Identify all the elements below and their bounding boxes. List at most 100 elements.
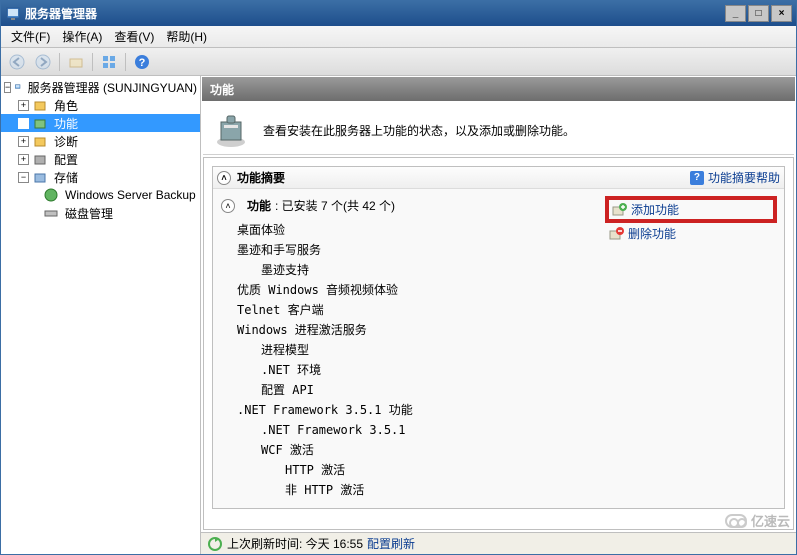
add-icon (611, 202, 627, 218)
expand-toggle (18, 118, 29, 129)
watermark-text: 亿速云 (751, 511, 790, 530)
back-button[interactable] (5, 51, 29, 73)
status-bar: 上次刷新时间: 今天 16:55 配置刷新 (201, 532, 796, 554)
menu-help[interactable]: 帮助(H) (160, 26, 213, 47)
features-icon (32, 115, 48, 131)
backup-icon (43, 187, 59, 203)
refresh-icon (207, 536, 223, 552)
scroll-area[interactable]: ˄ 功能摘要 ? 功能摘要帮助 ˄ 功能 : (203, 157, 794, 530)
menubar: 文件(F) 操作(A) 查看(V) 帮助(H) (1, 26, 796, 48)
content-title: 功能 (210, 81, 234, 98)
toolbar: ? (1, 48, 796, 76)
window-title: 服务器管理器 (25, 5, 723, 22)
features-count-row: ˄ 功能 : 已安装 7 个(共 42 个) (221, 197, 606, 214)
feature-item: .NET 环境 (261, 360, 606, 380)
section-header[interactable]: ˄ 功能摘要 ? 功能摘要帮助 (213, 167, 784, 189)
disk-icon (43, 205, 59, 221)
server-root-icon (14, 79, 21, 95)
expand-toggle[interactable]: + (18, 100, 29, 111)
feature-item: 墨迹和手写服务 (237, 240, 606, 260)
remove-features-label: 删除功能 (628, 225, 676, 242)
configure-refresh-link[interactable]: 配置刷新 (367, 535, 415, 552)
tree-roles[interactable]: + 角色 (1, 96, 200, 114)
summary-help-link[interactable]: ? 功能摘要帮助 (690, 169, 780, 186)
feature-item: 非 HTTP 激活 (285, 480, 606, 500)
nav-tree[interactable]: − 服务器管理器 (SUNJINGYUAN) + 角色 功能 + 诊断 + (1, 76, 201, 554)
features-summary-section: ˄ 功能摘要 ? 功能摘要帮助 ˄ 功能 : (212, 166, 785, 509)
remove-icon (608, 226, 624, 242)
features-large-icon (211, 110, 251, 150)
watermark: 亿速云 (725, 511, 790, 530)
tree-config[interactable]: + 配置 (1, 150, 200, 168)
tree-features[interactable]: 功能 (1, 114, 200, 132)
feature-item: 优质 Windows 音频视频体验 (237, 280, 606, 300)
content-description: 查看安装在此服务器上功能的状态，以及添加或删除功能。 (263, 122, 575, 139)
back-icon (9, 54, 25, 70)
toolbar-grid-button[interactable] (97, 51, 121, 73)
features-count: : 已安装 7 个(共 42 个) (275, 197, 395, 214)
feature-item: 进程模型 (261, 340, 606, 360)
content-header: 功能 (202, 77, 795, 101)
server-manager-icon (5, 6, 21, 22)
storage-icon (32, 169, 48, 185)
grid-icon (101, 54, 117, 70)
collapse-icon[interactable]: ˄ (221, 199, 235, 213)
tree-root[interactable]: − 服务器管理器 (SUNJINGYUAN) (1, 78, 200, 96)
toolbar-help-button[interactable]: ? (130, 51, 154, 73)
help-badge-icon: ? (690, 171, 704, 185)
forward-button[interactable] (31, 51, 55, 73)
feature-item: WCF 激活 (261, 440, 606, 460)
tree-label: 配置 (51, 150, 81, 169)
status-text: 上次刷新时间: 今天 16:55 (227, 535, 363, 552)
maximize-button[interactable]: □ (748, 5, 769, 22)
svg-text:?: ? (139, 57, 146, 69)
feature-item: Telnet 客户端 (237, 300, 606, 320)
menu-action[interactable]: 操作(A) (56, 26, 108, 47)
diagnostics-icon (32, 133, 48, 149)
tree-diskmgmt[interactable]: 磁盘管理 (1, 204, 200, 222)
tree-label: 角色 (51, 96, 81, 115)
feature-item: 墨迹支持 (261, 260, 606, 280)
content-top: 查看安装在此服务器上功能的状态，以及添加或删除功能。 (203, 102, 794, 155)
feature-list: 桌面体验墨迹和手写服务墨迹支持优质 Windows 音频视频体验Telnet 客… (237, 220, 606, 500)
tree-wsb[interactable]: Windows Server Backup (1, 186, 200, 204)
expand-toggle[interactable]: + (18, 136, 29, 147)
feature-item: .NET Framework 3.5.1 (261, 420, 606, 440)
help-icon: ? (134, 54, 150, 70)
section-title: 功能摘要 (237, 169, 285, 186)
features-label: 功能 (247, 197, 271, 214)
menu-file[interactable]: 文件(F) (5, 26, 56, 47)
titlebar: 服务器管理器 _ □ × (1, 1, 796, 26)
tree-label: Windows Server Backup (62, 187, 199, 203)
roles-icon (32, 97, 48, 113)
expand-toggle[interactable]: − (18, 172, 29, 183)
feature-item: .NET Framework 3.5.1 功能 (237, 400, 606, 420)
config-icon (32, 151, 48, 167)
tree-label: 诊断 (51, 132, 81, 151)
collapse-icon[interactable]: ˄ (217, 171, 231, 185)
feature-item: Windows 进程激活服务 (237, 320, 606, 340)
tree-label: 磁盘管理 (62, 204, 116, 223)
add-features-link[interactable]: 添加功能 (606, 197, 776, 222)
expand-toggle[interactable]: − (4, 82, 11, 93)
forward-icon (35, 54, 51, 70)
folder-icon (68, 54, 84, 70)
expand-toggle[interactable]: + (18, 154, 29, 165)
minimize-button[interactable]: _ (725, 5, 746, 22)
add-features-label: 添加功能 (631, 201, 679, 218)
tree-diagnostics[interactable]: + 诊断 (1, 132, 200, 150)
tree-storage[interactable]: − 存储 (1, 168, 200, 186)
main-pane: 功能 查看安装在此服务器上功能的状态，以及添加或删除功能。 ˄ 功能摘要 (201, 76, 796, 554)
feature-item: 配置 API (261, 380, 606, 400)
close-button[interactable]: × (771, 5, 792, 22)
summary-help-label: 功能摘要帮助 (708, 169, 780, 186)
tree-label: 功能 (51, 114, 81, 133)
up-button[interactable] (64, 51, 88, 73)
menu-view[interactable]: 查看(V) (108, 26, 160, 47)
remove-features-link[interactable]: 删除功能 (606, 223, 776, 244)
feature-item: HTTP 激活 (285, 460, 606, 480)
tree-label: 存储 (51, 168, 81, 187)
watermark-icon (725, 514, 747, 528)
tree-root-label: 服务器管理器 (SUNJINGYUAN) (25, 78, 200, 97)
feature-item: 桌面体验 (237, 220, 606, 240)
